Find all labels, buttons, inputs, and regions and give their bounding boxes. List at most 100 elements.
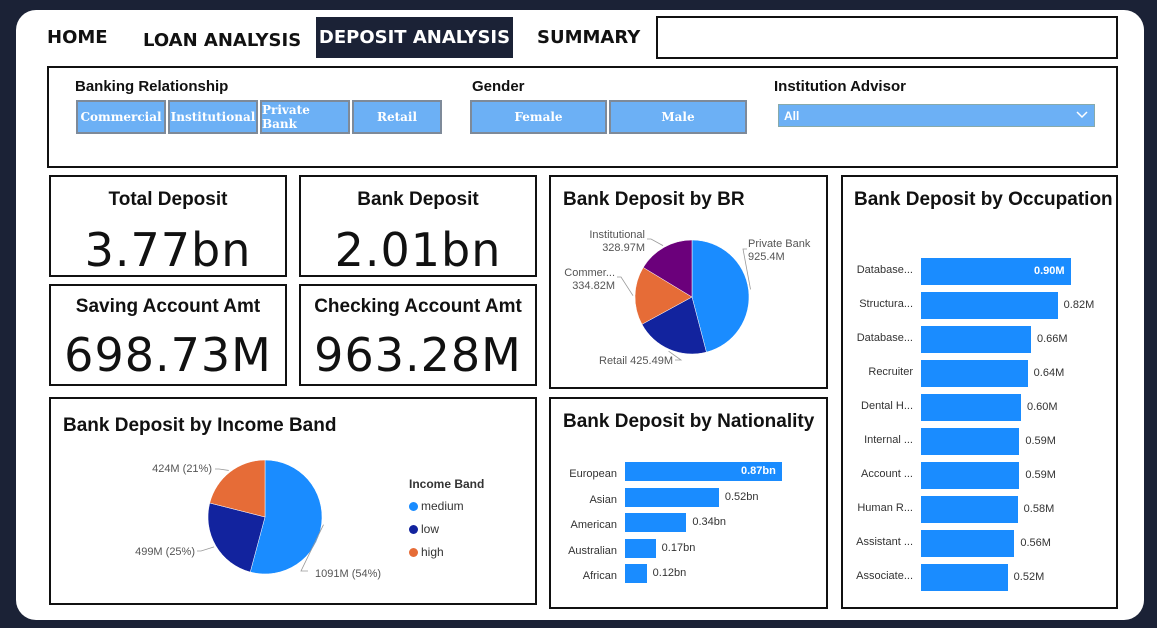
legend-item-medium: medium <box>409 499 464 513</box>
bar-value-label: 0.60M <box>1027 401 1058 413</box>
br-private-bank-button[interactable]: Private Bank <box>260 100 350 134</box>
kpi-title: Total Deposit <box>108 189 228 210</box>
bar-category-label: Assistant ... <box>856 536 913 548</box>
bar-value-label: 0.17bn <box>661 541 696 554</box>
bar-category-label: Structura... <box>859 298 913 310</box>
data-label: 328.97M <box>602 242 645 254</box>
institution-advisor-label: Institution Advisor <box>774 78 906 95</box>
bar-account-[interactable] <box>921 462 1020 489</box>
leader-line <box>215 468 229 471</box>
bar-internal-[interactable] <box>921 428 1020 455</box>
kpi-checking-account: Checking Account Amt 963.28M <box>299 284 537 386</box>
leader-line <box>617 276 634 296</box>
legend-dot <box>409 547 418 557</box>
data-label: 424M (21%) <box>152 463 212 475</box>
legend-label: medium <box>421 499 464 513</box>
data-label: Private Bank <box>748 238 811 250</box>
bar-recruiter[interactable] <box>921 360 1028 387</box>
bar-value-label: 0.66M <box>1037 333 1068 345</box>
bar-category-label: Human R... <box>857 502 913 514</box>
bar-associate-[interactable] <box>921 564 1008 591</box>
bar-category-label: European <box>569 468 617 480</box>
dropdown-selected-value: All <box>784 109 800 123</box>
legend-dot <box>409 501 418 511</box>
chevron-down-icon <box>1076 111 1088 119</box>
nav-loan-analysis[interactable]: LOAN ANALYSIS <box>143 30 301 51</box>
bar-value-label: 0.82M <box>1063 299 1095 311</box>
bar-asian[interactable] <box>625 487 719 507</box>
bar-human-r-[interactable] <box>921 496 1018 523</box>
banking-relationship-label: Banking Relationship <box>75 78 229 95</box>
kpi-title: Saving Account Amt <box>75 296 261 317</box>
bar-value-label: 0.90M <box>1034 265 1065 277</box>
data-label: 1091M (54%) <box>315 568 381 580</box>
bar-value-label: 0.12bn <box>652 567 687 579</box>
data-label: 925.4M <box>748 251 785 263</box>
bar-american[interactable] <box>625 513 687 532</box>
br-pie-svg: Private Bank925.4M Retail 425.49M Commer..… <box>564 229 811 367</box>
nav-home[interactable]: HOME <box>47 27 108 48</box>
gender-female-button[interactable]: Female <box>470 100 607 134</box>
bar-value-label: 0.34bn <box>692 516 726 528</box>
bar-australian[interactable] <box>625 538 656 558</box>
data-label: Institutional <box>589 229 645 241</box>
chart-title: Bank Deposit by Occupation <box>854 189 1113 210</box>
bar-category-label: Internal ... <box>864 434 913 446</box>
kpi-bank-deposit: Bank Deposit 2.01bn <box>299 175 537 277</box>
kpi-value: 698.73M <box>64 328 272 382</box>
bar-value-label: 0.52bn <box>724 490 759 503</box>
chart-deposit-by-occupation: Bank Deposit by Occupation Database... 0.… <box>841 175 1118 609</box>
gender-male-button[interactable]: Male <box>609 100 747 134</box>
bar-value-label: 0.59M <box>1025 469 1056 481</box>
legend-title: Income Band <box>409 477 485 491</box>
bar-category-label: Account ... <box>861 468 913 480</box>
legend-item-high: high <box>409 545 444 559</box>
bar-category-label: Recruiter <box>868 366 913 378</box>
bar-dental-h-[interactable] <box>921 394 1021 421</box>
legend-label: high <box>421 545 444 559</box>
chart-deposit-by-income-band: Bank Deposit by Income Band 1091M (54%) 4… <box>49 397 537 605</box>
legend-label: low <box>421 522 440 536</box>
bar-value-label: 0.64M <box>1033 367 1065 379</box>
bar-structura-[interactable] <box>921 292 1058 319</box>
legend-dot <box>409 524 418 534</box>
bar-category-label: Dental H... <box>861 400 913 412</box>
leader-line <box>647 238 664 246</box>
institution-advisor-dropdown[interactable]: All <box>778 104 1095 127</box>
bar-category-label: Asian <box>589 493 617 506</box>
bar-category-label: American <box>570 519 617 531</box>
br-commercial-button[interactable]: Commercial <box>76 100 166 134</box>
nav-deposit-analysis[interactable]: DEPOSIT ANALYSIS <box>316 17 513 58</box>
leader-line <box>197 546 215 552</box>
bar-category-label: Database... <box>856 264 913 276</box>
bar-value-label: 0.59M <box>1025 435 1056 447</box>
kpi-title: Bank Deposit <box>357 189 479 210</box>
kpi-value: 3.77bn <box>84 223 252 277</box>
bar-database-[interactable] <box>921 326 1031 353</box>
bar-assistant-[interactable] <box>921 530 1015 557</box>
bar-african[interactable] <box>625 564 647 583</box>
data-label: 334.82M <box>572 280 615 292</box>
gender-label: Gender <box>472 78 525 95</box>
br-institutional-button[interactable]: Institutional <box>168 100 258 134</box>
data-label: Retail 425.49M <box>599 355 673 367</box>
br-retail-button[interactable]: Retail <box>352 100 442 134</box>
kpi-title: Checking Account Amt <box>314 296 522 317</box>
chart-title: Bank Deposit by Nationality <box>563 411 815 432</box>
kpi-value: 963.28M <box>314 328 522 382</box>
data-label: 499M (25%) <box>135 546 195 558</box>
kpi-saving-account: Saving Account Amt 698.73M <box>49 284 287 386</box>
bar-category-label: Australian <box>568 544 617 557</box>
bar-value-label: 0.87bn <box>741 465 776 477</box>
header-blank-box <box>656 16 1118 59</box>
kpi-total-deposit: Total Deposit 3.77bn <box>49 175 287 277</box>
data-label: Commer... <box>564 267 615 279</box>
kpi-value: 2.01bn <box>334 223 502 277</box>
nav-summary[interactable]: SUMMARY <box>537 27 640 48</box>
chart-deposit-by-br: Bank Deposit by BR Private Bank 925.4M Ret… <box>549 175 828 389</box>
bar-category-label: African <box>582 570 617 582</box>
bar-value-label: 0.58M <box>1023 503 1055 515</box>
bar-category-label: Database... <box>856 332 913 344</box>
legend-item-low: low <box>409 522 439 536</box>
bar-category-label: Associate... <box>856 570 913 582</box>
